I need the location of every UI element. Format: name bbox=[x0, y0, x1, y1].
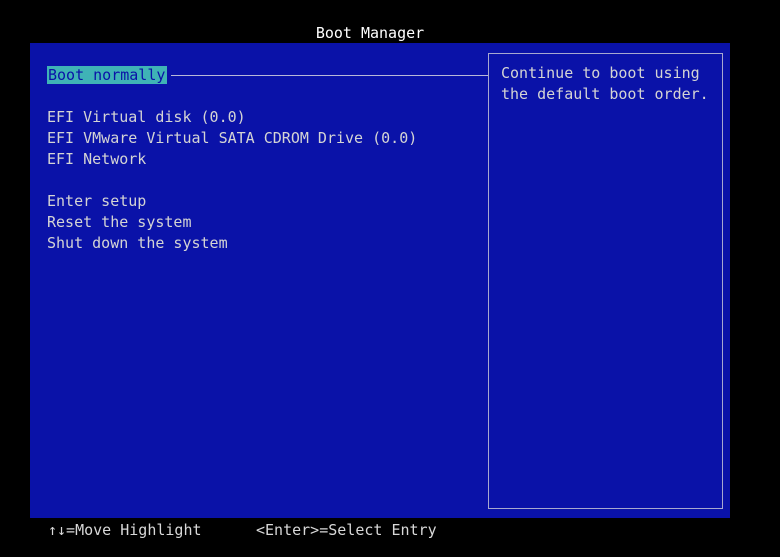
menu-item-efi-cdrom[interactable]: EFI VMware Virtual SATA CDROM Drive (0.0… bbox=[47, 128, 487, 149]
boot-menu: Boot normally EFI Virtual disk (0.0) EFI… bbox=[47, 65, 488, 254]
select-entry-hint: <Enter>=Select Entry bbox=[256, 521, 437, 539]
menu-item-label: Boot normally bbox=[47, 66, 168, 84]
menu-item-reset-system[interactable]: Reset the system bbox=[47, 212, 487, 233]
help-panel: Continue to boot using the default boot … bbox=[488, 53, 723, 509]
menu-item-shut-down-system[interactable]: Shut down the system bbox=[47, 233, 487, 254]
boot-manager-title: Boot Manager bbox=[315, 24, 425, 42]
menu-item-boot-normally[interactable]: Boot normally bbox=[47, 65, 488, 86]
move-highlight-hint: ↑↓=Move Highlight bbox=[48, 521, 202, 539]
footer-key-hints: ↑↓=Move Highlight <Enter>=Select Entry bbox=[48, 520, 437, 541]
menu-spacer bbox=[47, 86, 487, 107]
menu-item-efi-virtual-disk[interactable]: EFI Virtual disk (0.0) bbox=[47, 107, 487, 128]
menu-spacer bbox=[47, 170, 487, 191]
menu-item-enter-setup[interactable]: Enter setup bbox=[47, 191, 487, 212]
menu-item-efi-network[interactable]: EFI Network bbox=[47, 149, 487, 170]
help-description: Continue to boot using the default boot … bbox=[501, 64, 709, 103]
boot-manager-panel: Boot normally EFI Virtual disk (0.0) EFI… bbox=[30, 43, 730, 518]
selection-connector-line bbox=[171, 75, 488, 76]
